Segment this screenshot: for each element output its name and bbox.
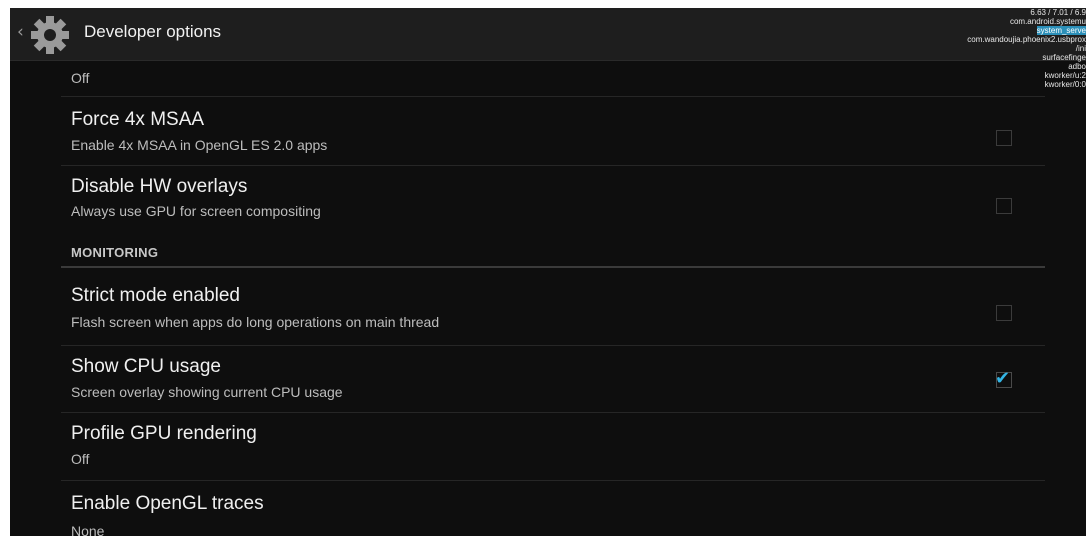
chevron-left-icon[interactable]: ‹	[17, 22, 24, 42]
android-screen: ‹ Developer options 6.63 / 7.01 / 6.9 co…	[10, 8, 1086, 536]
item-title: Strict mode enabled	[71, 285, 240, 306]
checkbox[interactable]	[996, 305, 1012, 321]
item-summary: Off	[71, 451, 90, 467]
cpu-process-line: com.wandoujia.phoenix2.usbprox	[967, 35, 1086, 44]
checkbox[interactable]	[996, 130, 1012, 146]
pref-enable-opengl-traces[interactable]: Enable OpenGL traces None	[10, 481, 1086, 536]
cpu-load-line: 6.63 / 7.01 / 6.9	[1030, 8, 1086, 17]
item-title: Enable OpenGL traces	[71, 493, 264, 514]
item-summary: Flash screen when apps do long operation…	[71, 314, 440, 330]
item-summary: Screen overlay showing current CPU usage	[71, 384, 343, 400]
item-title: Disable HW overlays	[71, 176, 248, 197]
pref-show-cpu-usage[interactable]: Show CPU usage Screen overlay showing cu…	[10, 346, 1086, 412]
pref-profile-gpu-rendering[interactable]: Profile GPU rendering Off	[10, 413, 1086, 479]
cpu-process-line: /ini	[1075, 44, 1086, 53]
action-bar: ‹ Developer options 6.63 / 7.01 / 6.9 co…	[10, 8, 1086, 89]
item-title: Profile GPU rendering	[71, 423, 257, 444]
pref-force-4x-msaa[interactable]: Force 4x MSAA Enable 4x MSAA in OpenGL E…	[10, 97, 1086, 165]
section-header-monitoring: MONITORING	[71, 245, 159, 260]
pref-strict-mode[interactable]: Strict mode enabled Flash screen when ap…	[10, 268, 1086, 338]
gear-icon[interactable]	[26, 13, 74, 57]
checkbox-checked[interactable]: ✔	[995, 368, 1012, 389]
checkmark-icon: ✔	[995, 368, 1011, 389]
item-summary: Always use GPU for screen compositing	[71, 203, 321, 219]
cpu-process-line: com.android.systemu	[1009, 17, 1086, 26]
screen-title: Developer options	[84, 22, 222, 41]
item-title: Force 4x MSAA	[71, 109, 205, 130]
item-summary: Enable 4x MSAA in OpenGL ES 2.0 apps	[71, 137, 328, 153]
item-summary: None	[71, 523, 105, 536]
item-summary: Off	[71, 70, 90, 86]
pref-disable-hw-overlays[interactable]: Disable HW overlays Always use GPU for s…	[10, 166, 1086, 234]
cpu-process-line: system_serve	[1036, 26, 1086, 35]
list-item-partial[interactable]: Off	[10, 60, 1086, 96]
checkbox[interactable]	[996, 198, 1012, 214]
item-title: Show CPU usage	[71, 356, 221, 377]
